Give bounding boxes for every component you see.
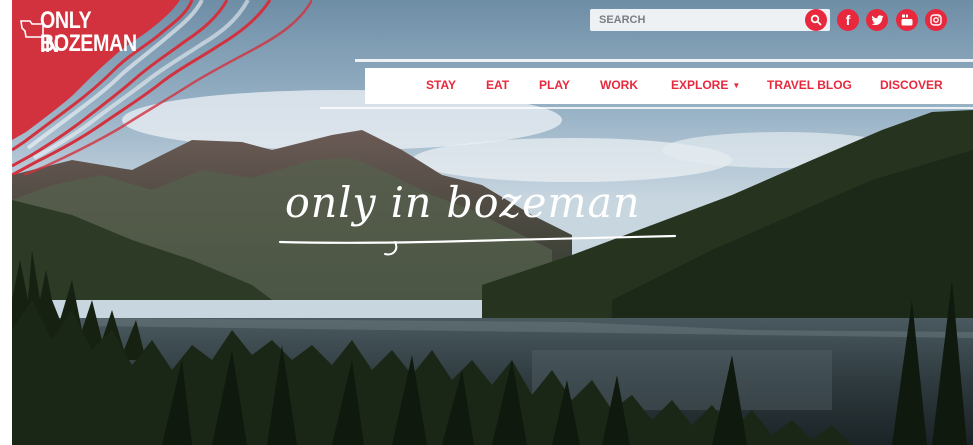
nav-item-travel-blog[interactable]: TRAVEL BLOG [767, 78, 852, 92]
left-gutter [0, 0, 12, 445]
instagram-camera-icon [930, 14, 942, 26]
search-button[interactable] [805, 9, 827, 31]
search-bar [590, 9, 830, 31]
search-input[interactable] [599, 14, 799, 26]
nav-item-eat[interactable]: EAT [486, 78, 509, 92]
title-underline-swash [278, 234, 677, 256]
main-nav: STAY EAT PLAY WORK EXPLORE ▼ TRAVEL BLOG … [365, 68, 973, 104]
nav-item-stay[interactable]: STAY [426, 78, 456, 92]
chevron-down-icon: ▼ [732, 81, 741, 91]
page: ONLY IN BOZEMAN f STAY EAT [0, 0, 973, 445]
twitter-icon[interactable] [866, 9, 888, 31]
nav-item-explore[interactable]: EXPLORE ▼ [671, 78, 740, 92]
nav-item-work[interactable]: WORK [600, 78, 638, 92]
hero-title-text: only in bozeman [285, 178, 641, 227]
search-icon [810, 14, 822, 26]
twitter-bird-icon [871, 14, 883, 25]
logo-line-2: BOZEMAN [40, 30, 137, 57]
facebook-icon[interactable]: f [837, 9, 859, 31]
youtube-logo-icon [901, 14, 913, 26]
nav-item-play[interactable]: PLAY [539, 78, 570, 92]
youtube-icon[interactable] [896, 9, 918, 31]
facebook-glyph: f [845, 12, 851, 28]
nav-bottom-stripe [320, 107, 973, 109]
instagram-icon[interactable] [925, 9, 947, 31]
nav-item-explore-label: EXPLORE [671, 78, 729, 92]
hero-title: only in bozeman [275, 174, 705, 264]
nav-item-discover[interactable]: DISCOVER [880, 78, 943, 92]
nav-top-stripe [355, 59, 973, 62]
site-logo[interactable]: ONLY IN BOZEMAN [18, 5, 137, 63]
